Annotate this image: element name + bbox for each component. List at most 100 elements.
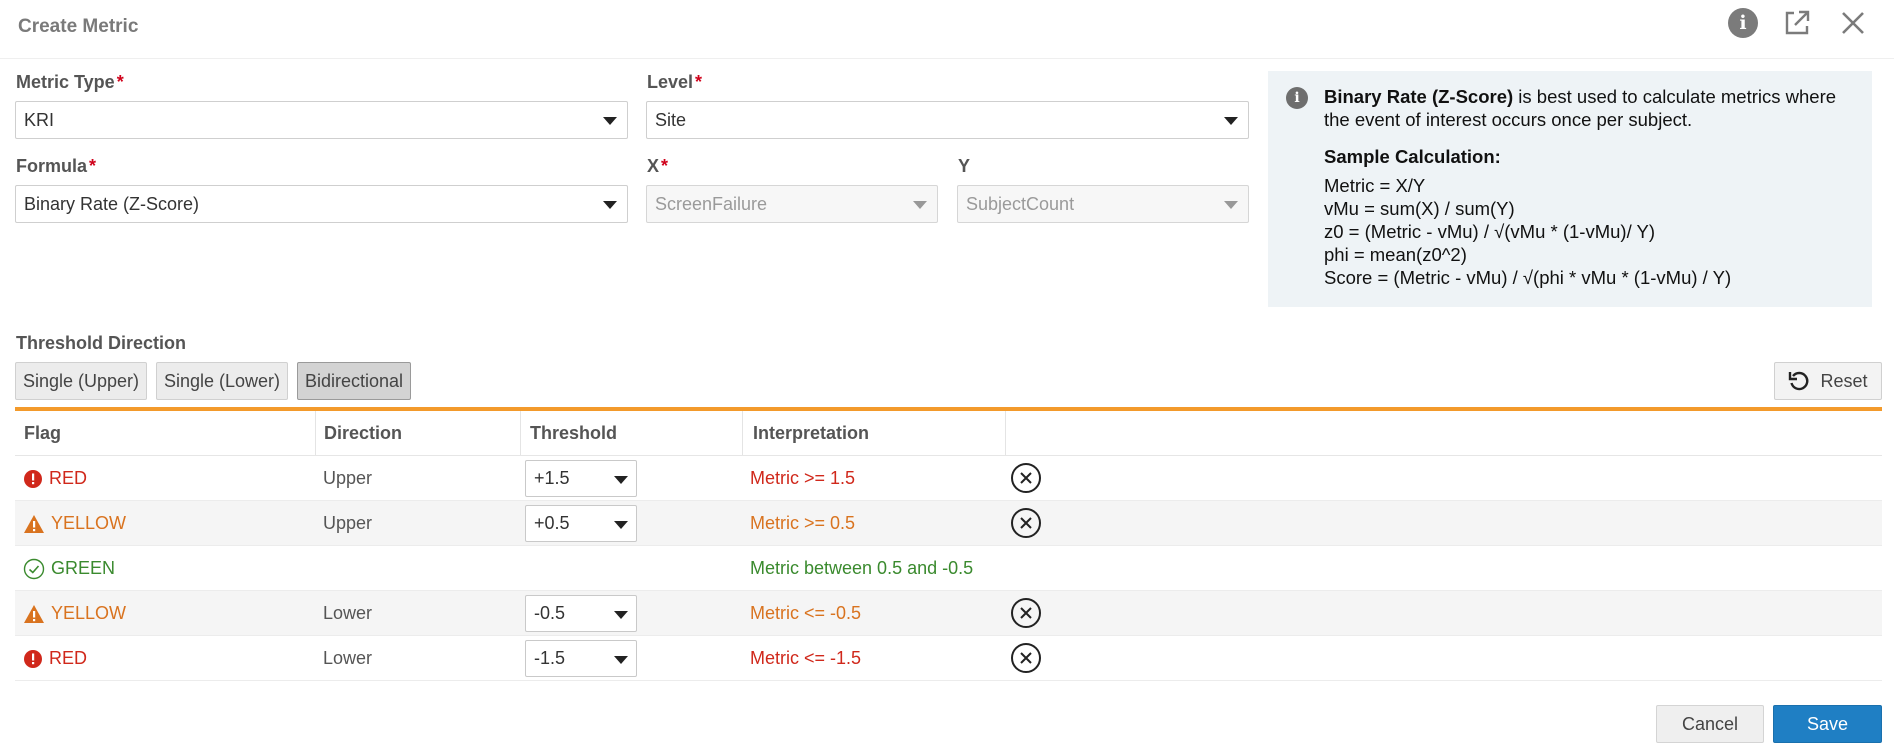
bidirectional-button[interactable]: Bidirectional — [297, 362, 411, 400]
chevron-down-icon — [1224, 201, 1238, 209]
formula-select[interactable]: Binary Rate (Z-Score) — [15, 185, 628, 223]
formula-value: Binary Rate (Z-Score) — [24, 193, 200, 214]
reset-label: Reset — [1820, 370, 1868, 391]
threshold-select[interactable]: +0.5 — [525, 505, 637, 542]
direction-cell: Upper — [323, 468, 373, 488]
flag-cell: RED — [23, 636, 87, 681]
close-icon — [1020, 517, 1032, 529]
threshold-select[interactable]: -0.5 — [525, 595, 637, 632]
direction-cell: Lower — [323, 603, 373, 623]
metric-type-select[interactable]: KRI — [15, 101, 628, 139]
chevron-down-icon — [614, 656, 628, 664]
table-row: YELLOW Lower -0.5 Metric <= -0.5 — [15, 591, 1882, 636]
calc-line: Metric = X/Y — [1324, 175, 1426, 196]
remove-row-button[interactable] — [1011, 463, 1041, 493]
calc-line: z0 = (Metric - vMu) / √(vMu * (1-vMu)/ Y… — [1324, 221, 1656, 242]
threshold-select[interactable]: -1.5 — [525, 640, 637, 677]
y-select: SubjectCount — [957, 185, 1249, 223]
table-row: RED Lower -1.5 Metric <= -1.5 — [15, 636, 1882, 681]
threshold-value: +0.5 — [534, 513, 570, 533]
close-icon — [1020, 652, 1032, 664]
chevron-down-icon — [603, 117, 617, 125]
column-header-flag: Flag — [24, 423, 62, 443]
table-top-border — [15, 407, 1882, 411]
y-value: SubjectCount — [966, 193, 1075, 214]
undo-icon — [1789, 371, 1809, 391]
remove-row-button[interactable] — [1011, 508, 1041, 538]
save-button[interactable]: Save — [1773, 705, 1882, 743]
flag-label: YELLOW — [51, 603, 127, 623]
column-header-direction: Direction — [324, 423, 403, 443]
info-icon: i — [1286, 87, 1308, 109]
calc-line: Score = (Metric - vMu) / √(phi * vMu * (… — [1324, 267, 1732, 288]
flag-label: RED — [49, 648, 88, 668]
single-upper-button[interactable]: Single (Upper) — [15, 362, 147, 400]
column-divider — [315, 411, 316, 455]
level-value: Site — [655, 109, 687, 130]
flag-label: GREEN — [51, 558, 116, 578]
chevron-down-icon — [603, 201, 617, 209]
metric-type-value: KRI — [24, 109, 55, 130]
reset-button[interactable]: Reset — [1774, 362, 1882, 400]
interpretation-cell: Metric >= 1.5 — [750, 468, 856, 488]
info-icon[interactable]: i — [1726, 6, 1760, 40]
direction-cell: Upper — [323, 513, 373, 533]
direction-cell: Lower — [323, 648, 373, 668]
flag-label: RED — [49, 468, 88, 488]
chevron-down-icon — [614, 521, 628, 529]
sample-calculation-title: Sample Calculation: — [1324, 146, 1501, 167]
error-icon — [24, 649, 42, 668]
table-row: RED Upper +1.5 Metric >= 1.5 — [15, 456, 1882, 501]
error-icon — [24, 469, 42, 488]
chevron-down-icon — [614, 611, 628, 619]
calc-line: vMu = sum(X) / sum(Y) — [1324, 198, 1515, 219]
flag-label: YELLOW — [51, 513, 127, 533]
metric-type-label: Metric Type * — [16, 72, 124, 92]
formula-info-panel: i Binary Rate (Z-Score) is best used to … — [1268, 71, 1872, 307]
x-select: ScreenFailure — [646, 185, 938, 223]
flag-cell: YELLOW — [23, 501, 126, 546]
table-row: YELLOW Upper +0.5 Metric >= 0.5 — [15, 501, 1882, 546]
chevron-down-icon — [913, 201, 927, 209]
remove-row-button[interactable] — [1011, 643, 1041, 673]
table-row: GREEN Metric between 0.5 and -0.5 — [15, 546, 1882, 591]
column-divider — [1005, 411, 1006, 455]
column-divider — [520, 411, 521, 455]
threshold-value: -1.5 — [534, 648, 566, 668]
level-label: Level * — [647, 72, 703, 92]
close-icon — [1020, 607, 1032, 619]
level-select[interactable]: Site — [646, 101, 1249, 139]
close-icon[interactable] — [1836, 6, 1870, 40]
x-label: X * — [647, 156, 669, 176]
column-header-interpretation: Interpretation — [753, 423, 870, 443]
dialog-title: Create Metric — [18, 16, 139, 37]
remove-row-button[interactable] — [1011, 598, 1041, 628]
threshold-value: +1.5 — [534, 468, 570, 488]
check-circle-icon — [23, 558, 45, 579]
warning-icon — [24, 514, 44, 533]
chevron-down-icon — [1224, 117, 1238, 125]
cancel-button[interactable]: Cancel — [1656, 705, 1764, 743]
chevron-down-icon — [614, 476, 628, 484]
flag-cell: YELLOW — [23, 591, 126, 636]
single-lower-button[interactable]: Single (Lower) — [156, 362, 288, 400]
threshold-value: -0.5 — [534, 603, 566, 623]
formula-description: Binary Rate (Z-Score) is best used to ca… — [1324, 86, 1837, 130]
column-header-threshold: Threshold — [530, 423, 618, 443]
column-divider — [742, 411, 743, 455]
warning-icon — [24, 604, 44, 623]
threshold-select[interactable]: +1.5 — [525, 460, 637, 497]
formula-label: Formula * — [16, 156, 97, 176]
header-divider — [0, 58, 1894, 59]
calc-line: phi = mean(z0^2) — [1324, 244, 1467, 265]
close-icon — [1020, 472, 1032, 484]
threshold-direction-label: Threshold Direction — [16, 333, 187, 353]
interpretation-cell: Metric <= -0.5 — [750, 603, 862, 623]
flag-cell: GREEN — [23, 546, 115, 591]
interpretation-cell: Metric between 0.5 and -0.5 — [750, 558, 974, 578]
open-external-icon[interactable] — [1780, 6, 1814, 40]
y-label: Y — [958, 156, 971, 176]
interpretation-cell: Metric >= 0.5 — [750, 513, 856, 533]
interpretation-cell: Metric <= -1.5 — [750, 648, 862, 668]
flag-cell: RED — [23, 456, 87, 501]
